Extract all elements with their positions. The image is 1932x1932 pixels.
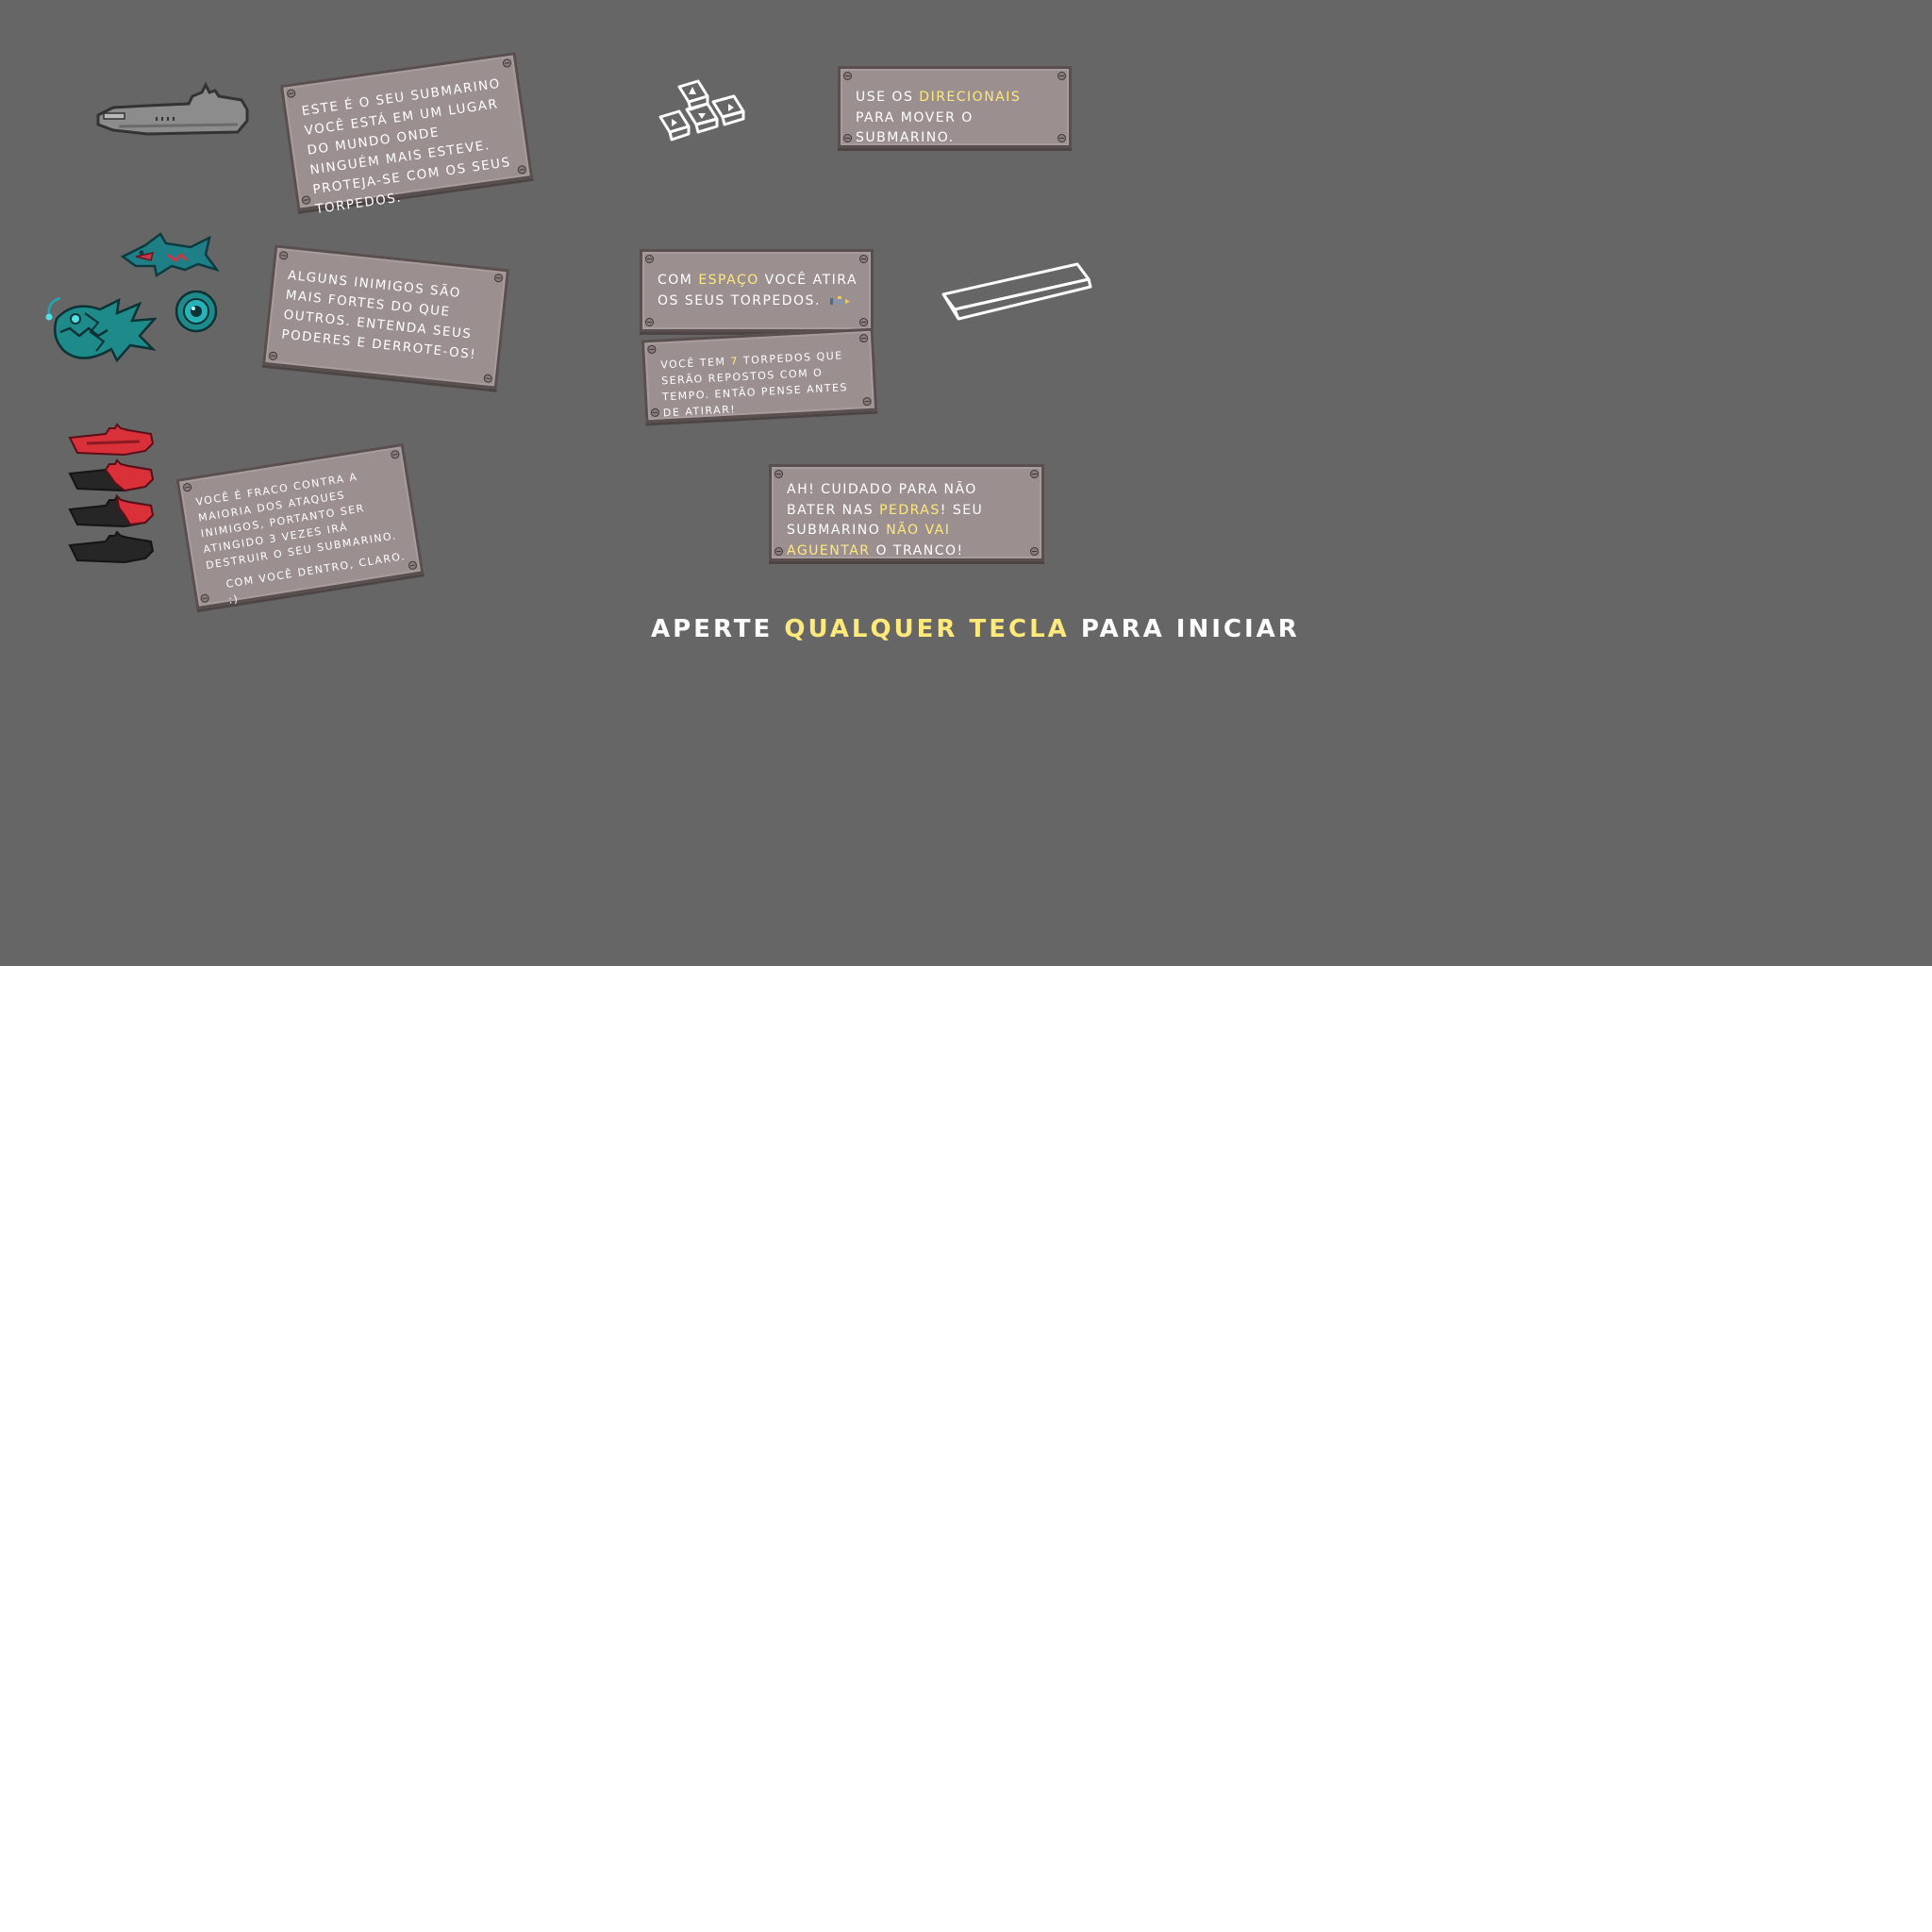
start-prompt[interactable]: Aperte qualquer tecla para iniciar xyxy=(651,615,1297,643)
screw-icon xyxy=(1058,72,1066,80)
screw-icon xyxy=(301,194,311,206)
life-submarine-icon xyxy=(68,530,155,564)
screw-icon xyxy=(645,318,654,326)
screw-icon xyxy=(843,134,852,142)
screw-icon xyxy=(862,396,872,407)
screw-icon xyxy=(483,374,493,384)
screw-icon xyxy=(408,560,418,571)
panel-rocks: Ah! Cuidado para não bater nas pedras! S… xyxy=(769,464,1044,561)
screw-icon xyxy=(843,72,852,80)
arrow-keys-icon xyxy=(658,79,745,142)
torpedoes-text: Você tem 7 torpedos que serão repostos c… xyxy=(659,349,849,420)
panel-spacebar: Com espaço você atira os seus torpedos. xyxy=(640,249,874,332)
screw-icon xyxy=(390,449,400,459)
torpedo-icon xyxy=(829,295,850,305)
screw-icon xyxy=(502,58,512,69)
screw-icon xyxy=(493,273,504,283)
life-submarine-icon xyxy=(68,458,155,492)
submarine-sprite xyxy=(96,81,249,136)
spacebar-icon xyxy=(941,262,1092,321)
screw-icon xyxy=(182,482,192,492)
screw-icon xyxy=(278,250,289,260)
screw-icon xyxy=(517,164,527,175)
anglerfish-enemy xyxy=(45,296,157,363)
screw-icon xyxy=(859,318,868,326)
screw-icon xyxy=(858,333,869,343)
screw-icon xyxy=(1030,547,1039,556)
eyeball-enemy xyxy=(175,290,218,333)
panel-torpedoes: Você tem 7 torpedos que serão repostos c… xyxy=(641,327,878,424)
shark-enemy xyxy=(120,232,219,278)
rocks-text: Ah! Cuidado para não bater nas pedras! S… xyxy=(787,482,984,559)
screw-icon xyxy=(286,89,296,99)
life-submarine-icon xyxy=(68,423,155,457)
panel-health: Você é fraco contra a maioria dos ataque… xyxy=(175,442,425,610)
screw-icon xyxy=(268,351,278,361)
screw-icon xyxy=(647,344,657,355)
screw-icon xyxy=(1058,134,1066,142)
screw-icon xyxy=(645,255,654,263)
screw-icon xyxy=(650,408,660,418)
spacebar-text: Com espaço você atira os seus torpedos. xyxy=(658,273,858,308)
panel-enemies: Alguns inimigos são mais fortes do que o… xyxy=(261,244,510,390)
screw-icon xyxy=(859,255,868,263)
panel-arrow-keys: Use os direcionais para mover o submarin… xyxy=(838,66,1072,148)
enemies-text: Alguns inimigos são mais fortes do que o… xyxy=(280,267,477,362)
life-submarine-icon xyxy=(68,494,155,528)
screw-icon xyxy=(200,593,210,604)
screw-icon xyxy=(1030,470,1039,478)
screw-icon xyxy=(774,547,783,556)
screw-icon xyxy=(774,470,783,478)
submarine-intro-text: Este é o seu submarino você está em um l… xyxy=(300,75,512,217)
game-screen[interactable]: Este é o seu submarino você está em um l… xyxy=(0,0,1932,966)
arrow-keys-text: Use os direcionais para mover o submarin… xyxy=(856,90,1022,146)
panel-submarine-intro: Este é o seu submarino você está em um l… xyxy=(279,52,534,217)
